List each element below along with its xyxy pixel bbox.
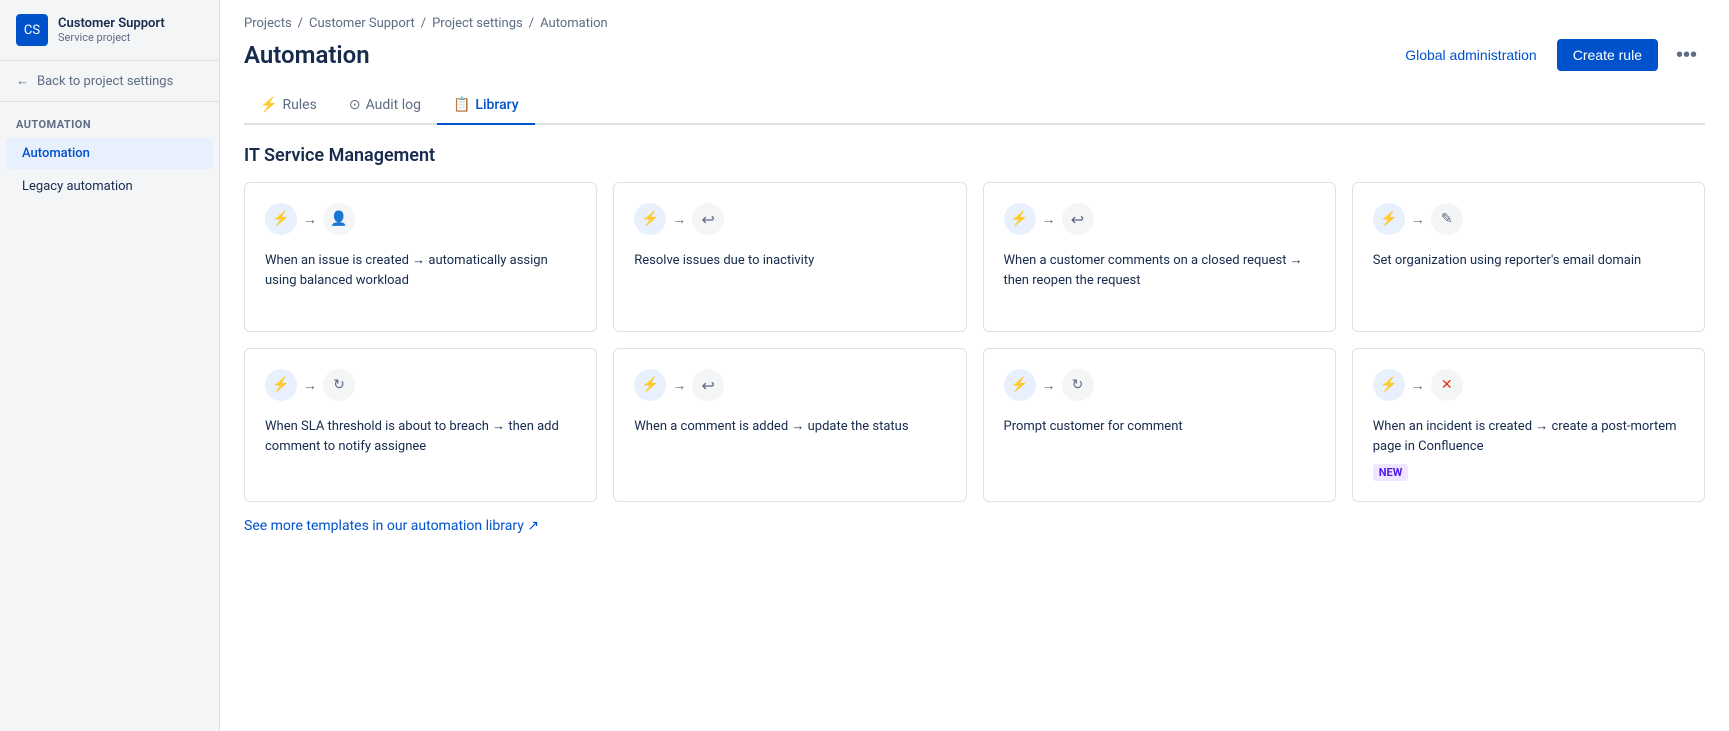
card-text-8: When an incident is created → create a p…	[1373, 417, 1684, 456]
confluence-icon: ✕	[1431, 369, 1463, 401]
assign-icon: 👤	[323, 203, 355, 235]
project-name: Customer Support	[58, 16, 165, 31]
page-title: Automation	[244, 41, 370, 69]
back-label: Back to project settings	[37, 74, 173, 89]
bolt-icon-7: ⚡	[1004, 369, 1036, 401]
sla-icon: ↻	[323, 369, 355, 401]
refresh-icon: ↻	[1062, 369, 1094, 401]
breadcrumb-customer-support[interactable]: Customer Support	[309, 16, 415, 31]
bolt-icon-5: ⚡	[265, 369, 297, 401]
cards-grid-row2: ⚡ → ↻ When SLA threshold is about to bre…	[244, 348, 1705, 502]
card-icons-2: ⚡ → ↩	[634, 203, 945, 235]
card-icons-7: ⚡ → ↻	[1004, 369, 1315, 401]
header-actions: Global administration Create rule •••	[1395, 39, 1705, 71]
sidebar-item-legacy-automation[interactable]: Legacy automation	[6, 171, 213, 202]
bolt-icon-6: ⚡	[634, 369, 666, 401]
card-text-5: When SLA threshold is about to breach → …	[265, 417, 576, 456]
sidebar-section-label: AUTOMATION	[0, 102, 219, 137]
section-title: IT Service Management	[244, 145, 1705, 166]
cards-grid-row1: ⚡ → 👤 When an issue is created → automat…	[244, 182, 1705, 332]
tab-library[interactable]: 📋 Library	[437, 87, 535, 125]
breadcrumb-projects[interactable]: Projects	[244, 16, 292, 31]
arrow-3: →	[1042, 211, 1056, 228]
card-set-organization[interactable]: ⚡ → ✎ Set organization using reporter's …	[1352, 182, 1705, 332]
sidebar-item-automation[interactable]: Automation	[6, 138, 213, 169]
card-sla-breach[interactable]: ⚡ → ↻ When SLA threshold is about to bre…	[244, 348, 597, 502]
arrow-1: →	[303, 211, 317, 228]
sidebar-header: CS Customer Support Service project	[0, 0, 219, 61]
tab-rules[interactable]: ⚡ Rules	[244, 87, 333, 125]
card-reopen-request[interactable]: ⚡ → ↩ When a customer comments on a clos…	[983, 182, 1336, 332]
rules-icon: ⚡	[260, 97, 277, 113]
bolt-icon-4: ⚡	[1373, 203, 1405, 235]
comment-icon: ↩	[692, 369, 724, 401]
sidebar: CS Customer Support Service project ← Ba…	[0, 0, 220, 731]
library-icon: 📋	[453, 97, 470, 113]
breadcrumb-automation: Automation	[540, 16, 608, 31]
card-auto-assign[interactable]: ⚡ → 👤 When an issue is created → automat…	[244, 182, 597, 332]
card-prompt-customer[interactable]: ⚡ → ↻ Prompt customer for comment	[983, 348, 1336, 502]
card-icons-4: ⚡ → ✎	[1373, 203, 1684, 235]
card-resolve-inactivity[interactable]: ⚡ → ↩ Resolve issues due to inactivity	[613, 182, 966, 332]
audit-log-icon: ⊙	[349, 97, 361, 113]
edit-icon: ✎	[1431, 203, 1463, 235]
tabs: ⚡ Rules ⊙ Audit log 📋 Library	[244, 87, 1705, 125]
main-content: Projects / Customer Support / Project se…	[220, 0, 1729, 731]
card-text-3: When a customer comments on a closed req…	[1004, 251, 1315, 290]
card-text-4: Set organization using reporter's email …	[1373, 251, 1684, 271]
back-to-project-settings[interactable]: ← Back to project settings	[0, 61, 219, 102]
more-options-button[interactable]: •••	[1668, 40, 1705, 71]
arrow-5: →	[303, 377, 317, 394]
bolt-icon-2: ⚡	[634, 203, 666, 235]
arrow-7: →	[1042, 377, 1056, 394]
card-icons-3: ⚡ → ↩	[1004, 203, 1315, 235]
card-post-mortem[interactable]: ⚡ → ✕ When an incident is created → crea…	[1352, 348, 1705, 502]
card-update-status[interactable]: ⚡ → ↩ When a comment is added → update t…	[613, 348, 966, 502]
card-icons-6: ⚡ → ↩	[634, 369, 945, 401]
project-info: Customer Support Service project	[58, 16, 165, 44]
page-header: Automation Global administration Create …	[244, 39, 1705, 71]
back-icon: ←	[16, 73, 29, 89]
card-icons-5: ⚡ → ↻	[265, 369, 576, 401]
arrow-6: →	[672, 377, 686, 394]
new-badge: NEW	[1373, 464, 1409, 481]
arrow-4: →	[1411, 211, 1425, 228]
card-text-7: Prompt customer for comment	[1004, 417, 1315, 437]
breadcrumb-sep-3: /	[529, 16, 534, 31]
project-type: Service project	[58, 31, 165, 44]
breadcrumb: Projects / Customer Support / Project se…	[244, 0, 1705, 39]
inactivity-icon: ↩	[692, 203, 724, 235]
see-more-link[interactable]: See more templates in our automation lib…	[244, 518, 1705, 534]
card-text-2: Resolve issues due to inactivity	[634, 251, 945, 271]
breadcrumb-project-settings[interactable]: Project settings	[432, 16, 523, 31]
global-admin-button[interactable]: Global administration	[1395, 41, 1547, 69]
card-text-1: When an issue is created → automatically…	[265, 251, 576, 290]
breadcrumb-sep-1: /	[298, 16, 303, 31]
avatar: CS	[16, 14, 48, 46]
create-rule-button[interactable]: Create rule	[1557, 39, 1658, 71]
card-text-6: When a comment is added → update the sta…	[634, 417, 945, 437]
reopen-icon: ↩	[1062, 203, 1094, 235]
bolt-icon-8: ⚡	[1373, 369, 1405, 401]
breadcrumb-sep-2: /	[421, 16, 426, 31]
arrow-2: →	[672, 211, 686, 228]
tab-audit-log[interactable]: ⊙ Audit log	[333, 87, 437, 125]
card-icons-8: ⚡ → ✕	[1373, 369, 1684, 401]
card-icons-1: ⚡ → 👤	[265, 203, 576, 235]
arrow-8: →	[1411, 377, 1425, 394]
bolt-icon-1: ⚡	[265, 203, 297, 235]
bolt-icon-3: ⚡	[1004, 203, 1036, 235]
